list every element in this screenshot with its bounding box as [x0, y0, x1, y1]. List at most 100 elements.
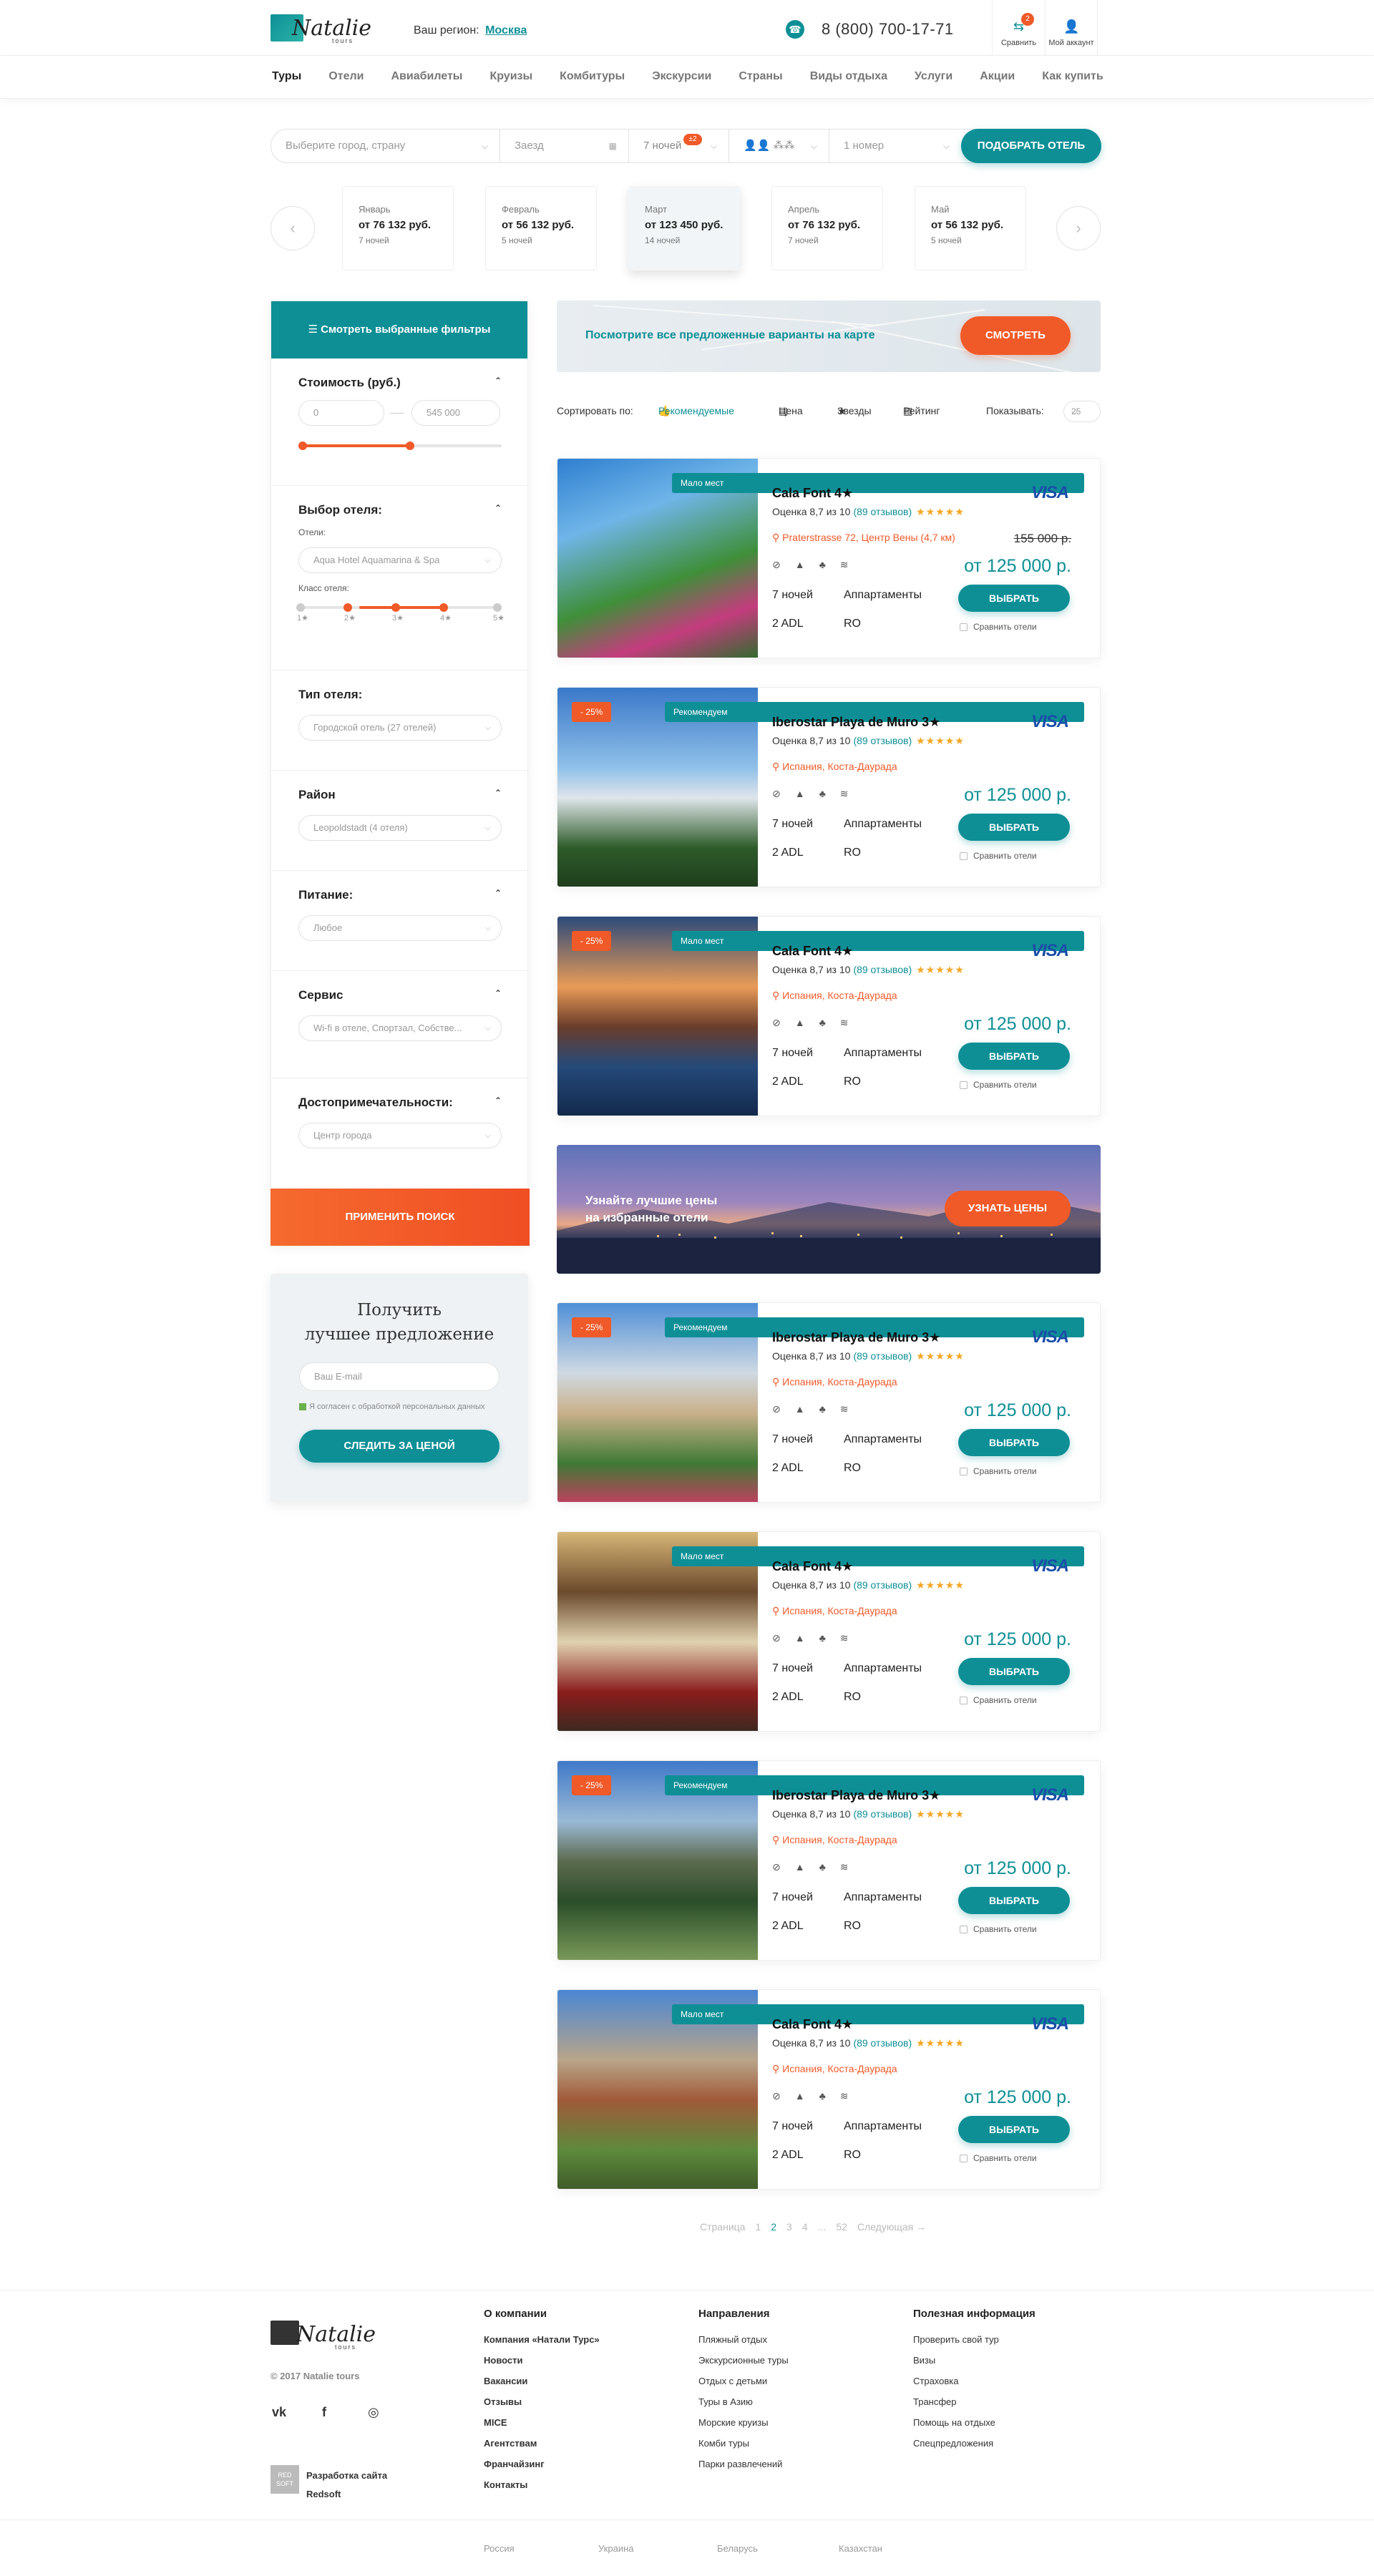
footer-link[interactable]: Экскурсионные туры — [698, 2355, 789, 2366]
footer-link[interactable]: Морские круизы — [698, 2417, 789, 2428]
search-hotel-button[interactable]: ПОДОБРАТЬ ОТЕЛЬ — [961, 129, 1101, 163]
nav-item[interactable]: Акции — [980, 70, 1015, 83]
footer-link[interactable]: Комби туры — [698, 2438, 789, 2449]
district-select[interactable]: Leopoldstadt (4 отеля) ⌵ — [298, 815, 502, 841]
track-price-button[interactable]: СЛЕДИТЬ ЗА ЦЕНОЙ — [299, 1430, 500, 1463]
service-select[interactable]: Wi-fi в отеле, Спортзал, Собстве... ⌵ — [298, 1015, 502, 1041]
region-link[interactable]: Москва — [485, 24, 527, 36]
class-dot-2[interactable] — [344, 603, 352, 612]
footer-link[interactable]: Страховка — [913, 2376, 1036, 2386]
nav-item[interactable]: Виды отдыха — [810, 70, 887, 83]
nav-item[interactable]: Как купить — [1042, 70, 1103, 83]
hotel-name[interactable]: Iberostar Playa de Muro 3★ — [772, 715, 940, 730]
choose-button[interactable]: ВЫБРАТЬ — [958, 1043, 1070, 1070]
reviews-link[interactable]: (89 отзывов) — [853, 1579, 912, 1591]
footer-link[interactable]: Вакансии — [484, 2376, 600, 2386]
cost-slider-handle-max[interactable] — [406, 441, 415, 450]
footer-link[interactable]: Отдых с детьми — [698, 2376, 789, 2386]
checkbox-icon[interactable] — [960, 623, 968, 632]
page-link[interactable]: 1 — [755, 2221, 761, 2233]
hotel-address[interactable]: ⚲ Испания, Коста-Даурада — [772, 990, 897, 1002]
checkbox-icon[interactable] — [960, 1081, 968, 1090]
country-link[interactable]: Россия — [484, 2543, 515, 2554]
show-count-select[interactable]: 25 ⌵ — [1063, 401, 1101, 422]
cost-title[interactable]: Стоимость (руб.) ⌃ — [298, 376, 502, 390]
vk-icon[interactable]: vk — [272, 2405, 286, 2420]
nav-item[interactable]: Экскурсии — [652, 70, 711, 83]
compare-checkbox[interactable]: Сравнить отели — [960, 1080, 1037, 1090]
hotel-select[interactable]: Aqua Hotel Aquamarina & Spa ⌵ — [298, 547, 502, 573]
footer-link[interactable]: Парки развлечений — [698, 2459, 789, 2469]
next-arrow-button[interactable]: › — [1056, 206, 1101, 250]
footer-link[interactable]: Туры в Азию — [698, 2396, 789, 2407]
cost-slider[interactable] — [298, 441, 502, 450]
hotel-address[interactable]: ⚲ Испания, Коста-Даурада — [772, 761, 897, 773]
hotel-address[interactable]: ⚲ Испания, Коста-Даурада — [772, 1834, 897, 1846]
account-button[interactable]: 👤 Мой аккаунт — [1045, 0, 1098, 56]
prev-arrow-button[interactable]: ‹ — [271, 206, 315, 250]
hotel-address[interactable]: ⚲ Praterstrasse 72, Центр Вены (4,7 км) — [772, 532, 955, 544]
month-card[interactable]: Май от 56 132 руб. 5 ночей — [915, 186, 1026, 270]
month-card[interactable]: Февраль от 56 132 руб. 5 ночей — [485, 186, 597, 270]
month-card[interactable]: Апрель от 76 132 руб. 7 ночей — [771, 186, 883, 270]
footer-link[interactable]: Проверить свой тур — [913, 2334, 1036, 2345]
checkbox-icon[interactable] — [960, 1926, 968, 1934]
footer-link[interactable]: Визы — [913, 2355, 1036, 2366]
sights-select[interactable]: Центр города ⌵ — [298, 1123, 502, 1148]
choose-button[interactable]: ВЫБРАТЬ — [958, 2116, 1070, 2143]
hotel-name[interactable]: Cala Font 4★ — [772, 486, 853, 501]
choose-button[interactable]: ВЫБРАТЬ — [958, 585, 1070, 612]
developer-credit[interactable]: Разработка сайта Redsoft — [306, 2467, 387, 2504]
nav-item[interactable]: Страны — [739, 70, 782, 83]
reviews-link[interactable]: (89 отзывов) — [853, 2037, 912, 2049]
date-field[interactable]: Заезд ▦ — [500, 130, 629, 162]
service-title[interactable]: Сервис ⌃ — [298, 988, 502, 1002]
class-slider[interactable] — [296, 603, 502, 612]
reviews-link[interactable]: (89 отзывов) — [853, 506, 912, 517]
redsoft-logo[interactable]: RED SOFT — [271, 2465, 299, 2494]
compare-checkbox[interactable]: Сравнить отели — [960, 851, 1037, 861]
type-select[interactable]: Городской отель (27 отелей) ⌵ — [298, 715, 502, 741]
footer-link[interactable]: Агентствам — [484, 2438, 600, 2449]
cost-to-input[interactable]: 545 000 — [411, 400, 500, 426]
choose-button[interactable]: ВЫБРАТЬ — [958, 814, 1070, 841]
chevron-up-icon[interactable]: ⌃ — [494, 376, 502, 386]
hotel-address[interactable]: ⚲ Испания, Коста-Даурада — [772, 1376, 897, 1388]
footer-link[interactable]: Новости — [484, 2355, 600, 2366]
district-title[interactable]: Район ⌃ — [298, 788, 502, 802]
nav-item[interactable]: Туры — [272, 70, 301, 83]
footer-link[interactable]: Спецпредложения — [913, 2438, 1036, 2449]
reviews-link[interactable]: (89 отзывов) — [853, 1808, 912, 1820]
footer-link[interactable]: Помощь на отдыхе — [913, 2417, 1036, 2428]
instagram-icon[interactable]: ◎ — [368, 2405, 379, 2420]
hotel-name[interactable]: Cala Font 4★ — [772, 2017, 853, 2032]
nav-item[interactable]: Авиабилеты — [391, 70, 462, 83]
footer-link[interactable]: MICE — [484, 2417, 600, 2428]
class-dot-1[interactable] — [296, 603, 305, 612]
compare-button[interactable]: ⇆ 2 Сравнить — [992, 0, 1045, 56]
choose-button[interactable]: ВЫБРАТЬ — [958, 1429, 1070, 1456]
reviews-link[interactable]: (89 отзывов) — [853, 1350, 912, 1362]
logo[interactable]: Natalie tours — [271, 13, 371, 46]
class-dot-5[interactable] — [493, 603, 502, 612]
compare-checkbox[interactable]: Сравнить отели — [960, 1695, 1037, 1705]
page-link[interactable]: 2 — [771, 2221, 776, 2233]
footer-link[interactable]: Трансфер — [913, 2396, 1036, 2407]
food-title[interactable]: Питание: ⌃ — [298, 888, 502, 902]
next-page-link[interactable]: Следующая → — [857, 2221, 926, 2233]
consent-checkbox[interactable]: Я согласен с обработкой персональных дан… — [299, 1402, 500, 1411]
checkbox-icon[interactable] — [960, 1468, 968, 1476]
chevron-up-icon[interactable]: ⌃ — [494, 503, 502, 513]
page-link[interactable]: 3 — [786, 2221, 792, 2233]
country-link[interactable]: Беларусь — [717, 2543, 758, 2554]
month-card[interactable]: Март от 123 450 руб. 14 ночей — [628, 186, 740, 270]
choose-button[interactable]: ВЫБРАТЬ — [958, 1658, 1070, 1685]
nav-item[interactable]: Услуги — [915, 70, 952, 83]
guests-select[interactable]: 👤👤 ⁂⁂ ⌵ — [729, 130, 829, 162]
checkbox-icon[interactable] — [960, 1697, 968, 1705]
hotel-name[interactable]: Cala Font 4★ — [772, 1559, 853, 1574]
class-dot-3[interactable] — [391, 603, 400, 612]
cost-from-input[interactable]: 0 — [298, 400, 384, 426]
page-link[interactable]: 52 — [836, 2221, 847, 2233]
country-link[interactable]: Украина — [598, 2543, 634, 2554]
